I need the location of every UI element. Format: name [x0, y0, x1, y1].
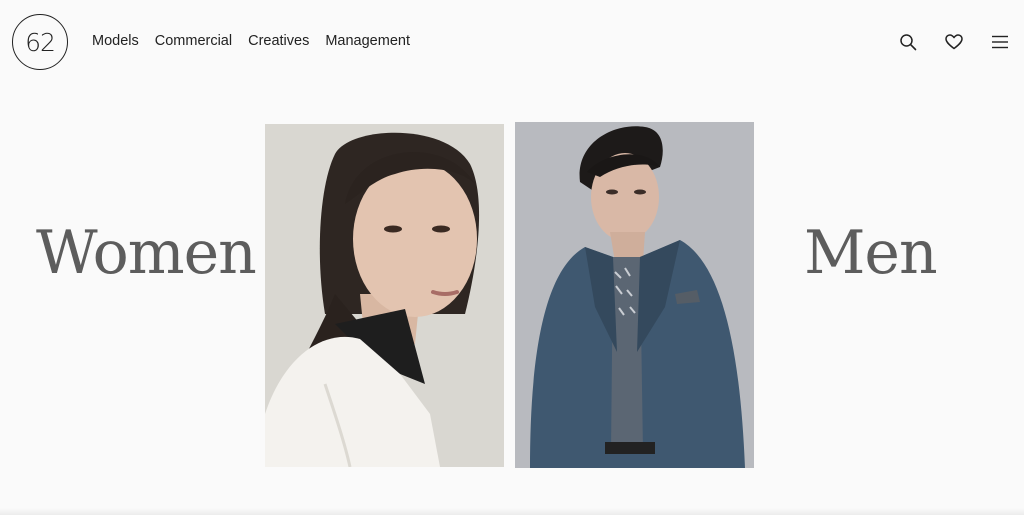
nav-item-models[interactable]: Models: [92, 33, 139, 49]
woman-portrait-image[interactable]: [265, 124, 504, 467]
header-actions: [898, 32, 1010, 52]
man-portrait-image[interactable]: [515, 122, 754, 468]
nav-item-commercial[interactable]: Commercial: [155, 33, 232, 49]
main-nav: Models Commercial Creatives Management: [92, 33, 410, 49]
search-icon[interactable]: [898, 32, 918, 52]
nav-item-management[interactable]: Management: [325, 33, 410, 49]
nav-item-creatives[interactable]: Creatives: [248, 33, 309, 49]
heart-icon[interactable]: [944, 32, 964, 52]
logo-text: 62: [25, 27, 56, 57]
page: 62 Models Commercial Creatives Managemen…: [0, 0, 1024, 515]
brand-logo[interactable]: 62: [12, 14, 68, 70]
page-fold-shadow: [0, 508, 1024, 515]
category-men-link[interactable]: Men: [804, 218, 938, 288]
menu-icon[interactable]: [990, 32, 1010, 52]
category-women-link[interactable]: Women: [36, 218, 257, 288]
